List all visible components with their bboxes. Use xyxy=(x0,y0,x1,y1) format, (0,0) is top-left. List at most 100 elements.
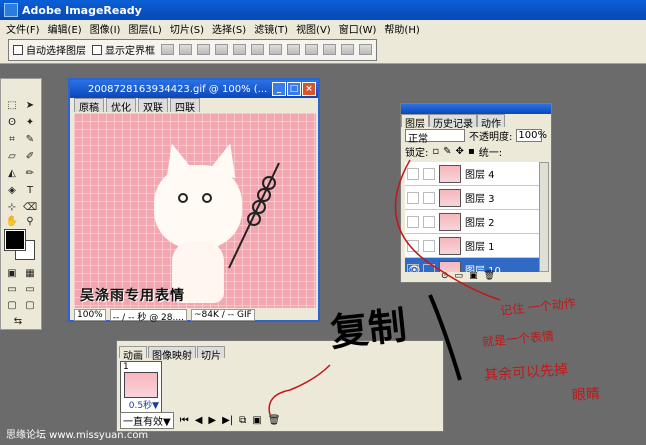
fill-tool-icon[interactable]: ◈ xyxy=(5,184,19,197)
toolbox: ⬚ ➤ ʘ ✦ ⌗ ✎ ▱ ✐ ◭ ✏ ◈ T ⊹ ⌫ ✋ ⚲ ▣ ▦ ▭ ▭ … xyxy=(0,78,42,330)
zoom-level[interactable]: 100% xyxy=(74,309,106,321)
note-expression: 就是一个表情 xyxy=(481,328,555,350)
animation-frame[interactable]: 1 0.5秒▼ xyxy=(120,361,162,413)
app-title: Adobe ImageReady xyxy=(22,3,142,17)
options-bar: 自动选择图层 显示定界框 xyxy=(0,36,646,64)
menu-select[interactable]: 选择(S) xyxy=(208,21,250,36)
distribute-right-icon[interactable] xyxy=(359,44,372,55)
distribute-left-icon[interactable] xyxy=(323,44,336,55)
prev-frame-icon[interactable]: ◀ xyxy=(195,415,203,426)
zoom-tool-icon[interactable]: ⚲ xyxy=(23,215,37,228)
auto-select-checkbox[interactable] xyxy=(13,44,23,55)
menu-image[interactable]: 图像(I) xyxy=(86,21,125,36)
image-view-tabs: 原稿 优化 双联 四联 xyxy=(70,98,318,114)
crop-tool-icon[interactable]: ⌗ xyxy=(5,133,19,146)
brush-tool-icon[interactable]: ✐ xyxy=(23,150,37,163)
menu-help[interactable]: 帮助(H) xyxy=(380,21,423,36)
image-caption: 吴涤雨专用表情 xyxy=(80,288,185,304)
eyedropper-icon[interactable]: ⌫ xyxy=(23,201,37,214)
imageready-app-icon xyxy=(4,3,18,17)
blend-row: 正常 不透明度: 100% xyxy=(401,127,551,145)
red-circle-annotation xyxy=(268,364,331,416)
align-bottom-icon[interactable] xyxy=(197,44,210,55)
tab-history[interactable]: 历史记录 xyxy=(429,114,477,130)
play-icon[interactable]: ▶ xyxy=(208,415,216,426)
show-bounds-label: 显示定界框 xyxy=(105,46,155,57)
menu-file[interactable]: 文件(F) xyxy=(2,21,44,36)
image-canvas[interactable]: 吴涤雨专用表情 xyxy=(74,113,316,308)
image-window-titlebar[interactable]: 2008728163934423.gif @ 100% (... _ □ × xyxy=(70,80,318,98)
screen-mode-full-icon[interactable]: ▢ xyxy=(23,299,37,312)
layers-palette-titlebar[interactable] xyxy=(401,104,551,114)
skewer-drawing xyxy=(228,162,280,269)
menu-filter[interactable]: 滤镜(T) xyxy=(250,21,292,36)
tab-4up[interactable]: 四联 xyxy=(170,98,200,114)
distribute-bottom-icon[interactable] xyxy=(305,44,318,55)
hand-tool-icon[interactable]: ✋ xyxy=(5,215,19,228)
tab-image-map[interactable]: 图像映射 xyxy=(148,346,196,362)
close-icon[interactable]: × xyxy=(302,82,316,96)
jump-to-photoshop-icon[interactable]: ⇆ xyxy=(11,315,25,328)
tab-original[interactable]: 原稿 xyxy=(74,98,104,114)
auto-select-label: 自动选择图层 xyxy=(26,46,86,57)
toggle-image-map-icon[interactable]: ▣ xyxy=(5,267,19,280)
menu-slice[interactable]: 切片(S) xyxy=(166,21,208,36)
image-status-bar: 100% -- / -- 秒 @ 28.... ~84K / -- GIF xyxy=(74,309,316,323)
align-top-icon[interactable] xyxy=(161,44,174,55)
tab-actions[interactable]: 动作 xyxy=(477,114,505,130)
menu-bar: 文件(F) 编辑(E) 图像(I) 图层(L) 切片(S) 选择(S) 滤镜(T… xyxy=(0,20,646,36)
menu-view[interactable]: 视图(V) xyxy=(292,21,335,36)
tab-optimized[interactable]: 优化 xyxy=(106,98,136,114)
maximize-icon[interactable]: □ xyxy=(287,82,301,96)
toggle-slice-icon[interactable]: ▦ xyxy=(23,267,37,280)
frame-number: 1 xyxy=(123,362,129,372)
align-left-icon[interactable] xyxy=(215,44,228,55)
layers-palette-tabs: 图层 历史记录 动作 xyxy=(401,114,551,130)
eraser-tool-icon[interactable]: ▱ xyxy=(5,150,19,163)
move-tool-icon[interactable]: ➤ xyxy=(23,99,37,112)
align-hcenter-icon[interactable] xyxy=(233,44,246,55)
align-vcenter-icon[interactable] xyxy=(179,44,192,55)
tab-layers[interactable]: 图层 xyxy=(401,114,429,130)
tab-slices[interactable]: 切片 xyxy=(197,346,225,362)
opacity-input[interactable]: 100% xyxy=(516,128,547,142)
preview-browser-icon[interactable]: ▭ xyxy=(23,283,37,296)
note-eyes: 眼睛 xyxy=(571,386,601,404)
options-group: 自动选择图层 显示定界框 xyxy=(8,38,377,61)
align-right-icon[interactable] xyxy=(251,44,264,55)
cat-left-eye xyxy=(178,193,188,203)
frame-thumbnail xyxy=(124,372,158,398)
note-remove: 其余可以先掉 xyxy=(483,362,569,384)
blend-mode-select[interactable]: 正常 xyxy=(405,128,465,145)
menu-edit[interactable]: 编辑(E) xyxy=(44,21,86,36)
app-title-bar: Adobe ImageReady xyxy=(0,0,646,20)
pencil-tool-icon[interactable]: ✏ xyxy=(23,167,37,180)
show-bounds-checkbox[interactable] xyxy=(92,44,102,55)
distribute-vcenter-icon[interactable] xyxy=(287,44,300,55)
screen-mode-icon[interactable]: ▢ xyxy=(5,299,19,312)
tab-2up[interactable]: 双联 xyxy=(138,98,168,114)
paint-bucket-icon[interactable]: ◭ xyxy=(5,167,19,180)
tween-icon[interactable]: ⧉ xyxy=(239,415,246,426)
marquee-tool-icon[interactable]: ⬚ xyxy=(5,99,19,112)
menu-window[interactable]: 窗口(W) xyxy=(335,21,381,36)
slice-tool-icon[interactable]: ✎ xyxy=(23,133,37,146)
align-buttons xyxy=(161,44,372,55)
minimize-icon[interactable]: _ xyxy=(272,82,286,96)
frame-delay[interactable]: 0.5秒▼ xyxy=(129,398,159,411)
lasso-tool-icon[interactable]: ʘ xyxy=(5,116,19,129)
layers-scrollbar[interactable] xyxy=(539,162,549,272)
download-time: -- / -- 秒 @ 28.... xyxy=(109,309,187,323)
foreground-color-swatch[interactable] xyxy=(4,229,26,251)
opacity-label: 不透明度: xyxy=(469,131,513,143)
first-frame-icon[interactable]: ⏮ xyxy=(180,415,189,426)
preview-document-icon[interactable]: ▭ xyxy=(5,283,19,296)
type-tool-icon[interactable]: T xyxy=(23,184,37,197)
distribute-hcenter-icon[interactable] xyxy=(341,44,354,55)
magic-wand-icon[interactable]: ✦ xyxy=(23,116,37,129)
next-frame-icon[interactable]: ▶| xyxy=(222,415,233,426)
tab-animation[interactable]: 动画 xyxy=(119,346,147,362)
menu-layer[interactable]: 图层(L) xyxy=(124,21,165,36)
crop-alt-icon[interactable]: ⊹ xyxy=(5,201,19,214)
distribute-top-icon[interactable] xyxy=(269,44,282,55)
